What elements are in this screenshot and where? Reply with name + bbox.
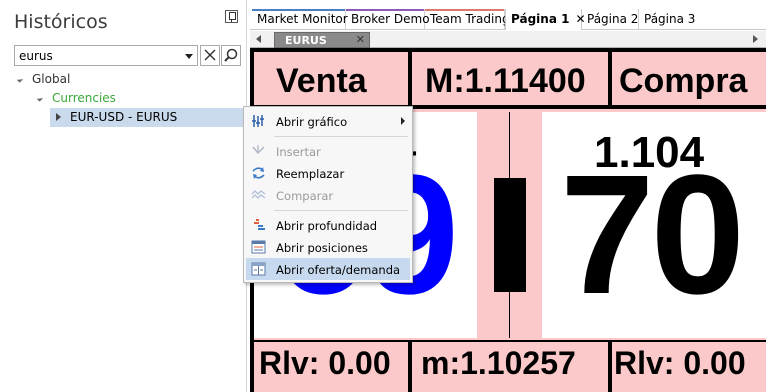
sell-label: Venta — [276, 62, 367, 100]
search-value: eurus — [19, 49, 53, 63]
menu-item-insertar: Insertar — [246, 140, 410, 162]
search-button[interactable] — [221, 45, 241, 66]
max-price-cell: M:1.11400 — [412, 52, 608, 105]
max-price-label: M:1.11400 — [425, 62, 586, 100]
expanded-arrow-icon[interactable] — [36, 95, 44, 102]
menu-item-abrir-profundidad[interactable]: Abrir profundidad — [246, 214, 410, 236]
tree-label-global: Global — [32, 72, 71, 86]
tab-pagina-1[interactable]: Página 1 ✕ — [505, 9, 586, 30]
tree-label-currencies: Currencies — [52, 91, 116, 105]
page-tabs: Market Monitor Broker Demo Team Trading … — [250, 9, 766, 30]
tab-color-strip — [346, 9, 424, 11]
sell-relative-label: Rlv: 0.00 — [259, 345, 391, 381]
positions-icon — [251, 240, 266, 254]
depth-icon — [254, 219, 265, 230]
tab-market-monitor[interactable]: Market Monitor — [252, 9, 348, 30]
buy-price-big: 70 — [560, 140, 745, 330]
buy-relative-cell: Rlv: 0.00 — [612, 342, 766, 392]
search-input[interactable]: eurus — [14, 45, 198, 66]
buy-relative-label: Rlv: 0.00 — [614, 345, 746, 381]
buy-label: Compra — [619, 62, 748, 100]
tab-color-strip — [425, 9, 504, 11]
search-icon — [224, 48, 238, 62]
close-tab-icon[interactable]: ✕ — [356, 33, 365, 46]
dropdown-arrow-icon[interactable] — [185, 54, 193, 59]
scroll-right-icon[interactable] — [753, 35, 758, 43]
chart-icon — [252, 115, 264, 127]
submenu-arrow-icon — [401, 117, 405, 125]
tab-pagina-2[interactable]: Página 2 — [582, 9, 639, 30]
menu-item-abrir-grafico[interactable]: Abrir gráfico — [246, 110, 410, 132]
collapsed-arrow-icon[interactable] — [56, 113, 61, 121]
clear-search-button[interactable] — [200, 45, 220, 66]
min-price-label: m:1.10257 — [421, 345, 576, 381]
menu-item-abrir-oferta-demanda[interactable]: Abrir oferta/demanda — [246, 258, 410, 280]
expanded-arrow-icon[interactable] — [16, 76, 24, 83]
buy-header-cell: Compra — [612, 52, 766, 105]
menu-separator — [274, 136, 408, 137]
insert-icon — [252, 145, 265, 155]
replace-icon — [252, 167, 265, 179]
menu-item-comparar: Comparar — [246, 184, 410, 206]
historicos-panel: Históricos eurus Global Currencies EUR-U… — [0, 0, 247, 392]
tab-eurus[interactable]: EURUS ✕ — [274, 32, 370, 48]
sell-relative-cell: Rlv: 0.00 — [254, 342, 408, 392]
menu-item-reemplazar[interactable]: Reemplazar — [246, 162, 410, 184]
pin-icon[interactable] — [225, 10, 238, 23]
min-price-cell: m:1.10257 — [412, 342, 608, 392]
instrument-tabs: EURUS ✕ — [250, 31, 766, 48]
tree-label-eurus: EUR-USD - EURUS — [70, 110, 178, 124]
menu-separator — [274, 210, 408, 211]
menu-item-abrir-posiciones[interactable]: Abrir posiciones — [246, 236, 410, 258]
scroll-left-icon[interactable] — [256, 35, 261, 43]
sell-header-cell: Venta — [254, 52, 408, 105]
context-menu: Abrir gráfico Insertar Reemplazar Compar… — [243, 106, 413, 283]
tab-color-strip — [252, 9, 345, 11]
tree-item-eurus[interactable]: EUR-USD - EURUS — [50, 108, 243, 127]
compare-icon — [251, 190, 266, 199]
tab-broker-demo[interactable]: Broker Demo — [346, 9, 430, 30]
buy-price-cell[interactable]: 1.104 70 — [542, 112, 766, 338]
tab-team-trading[interactable]: Team Trading — [425, 9, 510, 30]
bid-ask-icon — [251, 262, 266, 276]
tab-pagina-3[interactable]: Página 3 — [639, 9, 696, 30]
spread-bar — [494, 178, 526, 292]
panel-title: Históricos — [14, 11, 108, 33]
close-icon — [204, 49, 216, 61]
